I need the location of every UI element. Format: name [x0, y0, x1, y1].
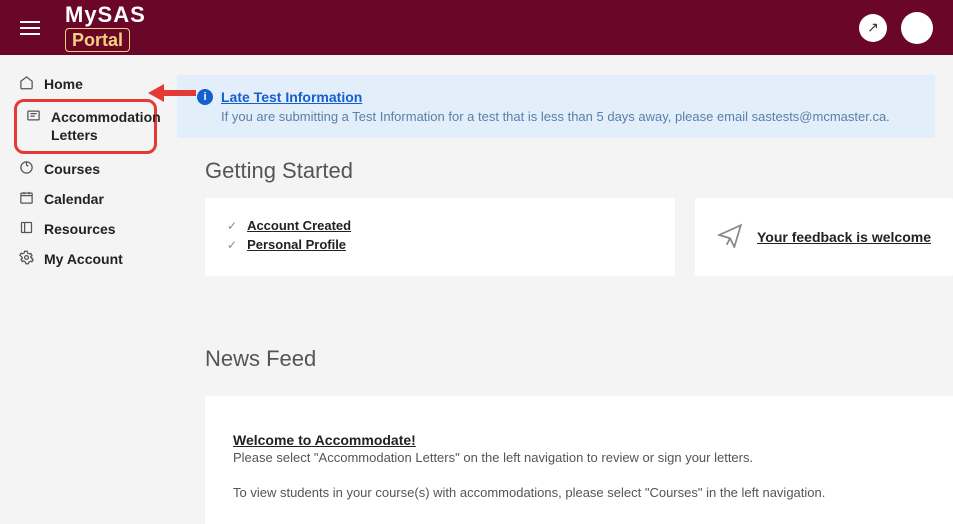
sidebar-item-label: Accommodation Letters: [51, 108, 161, 144]
news-feed-title: News Feed: [205, 346, 953, 372]
resources-icon: [18, 220, 34, 235]
checklist-link[interactable]: Personal Profile: [247, 237, 346, 252]
check-icon: ✓: [227, 238, 237, 252]
sidebar-item-label: Calendar: [44, 190, 104, 208]
main-content: i Late Test Information If you are submi…: [165, 55, 953, 524]
notice-banner: i Late Test Information If you are submi…: [177, 75, 935, 138]
sidebar-item-label: My Account: [44, 250, 123, 268]
getting-started-card: ✓ Account Created ✓ Personal Profile: [205, 198, 675, 276]
header-actions: ↗: [859, 12, 933, 44]
calendar-icon: [18, 190, 34, 205]
sidebar-item-courses[interactable]: Courses: [14, 154, 157, 184]
gear-icon: [18, 250, 34, 265]
sidebar-item-home[interactable]: Home: [14, 69, 157, 99]
sidebar-item-accommodation-letters[interactable]: Accommodation Letters: [14, 99, 157, 153]
feedback-card: Your feedback is welcome: [695, 198, 953, 276]
profile-avatar-button[interactable]: [901, 12, 933, 44]
getting-started-row: ✓ Account Created ✓ Personal Profile You…: [205, 198, 953, 276]
home-icon: [18, 75, 34, 90]
logo-text-bottom: Portal: [65, 28, 130, 52]
expand-button[interactable]: ↗: [859, 14, 887, 42]
main-layout: Home Accommodation Letters Courses Calen…: [0, 55, 953, 524]
sidebar-nav: Home Accommodation Letters Courses Calen…: [0, 55, 165, 524]
checklist-item: ✓ Personal Profile: [227, 237, 653, 252]
checklist-item: ✓ Account Created: [227, 218, 653, 233]
app-logo: MySAS Portal: [65, 4, 146, 52]
sidebar-item-resources[interactable]: Resources: [14, 214, 157, 244]
sidebar-item-label: Home: [44, 75, 83, 93]
annotation-arrow-icon: [148, 81, 196, 121]
app-header: MySAS Portal ↗: [0, 0, 953, 55]
menu-toggle-button[interactable]: [20, 21, 40, 35]
letters-icon: [25, 108, 41, 123]
news-paragraph: To view students in your course(s) with …: [233, 485, 953, 500]
sidebar-item-my-account[interactable]: My Account: [14, 244, 157, 274]
sidebar-item-calendar[interactable]: Calendar: [14, 184, 157, 214]
news-card: Welcome to Accommodate! Please select "A…: [205, 396, 953, 524]
logo-text-top: MySAS: [65, 4, 146, 26]
check-icon: ✓: [227, 219, 237, 233]
sidebar-item-label: Courses: [44, 160, 100, 178]
feedback-link[interactable]: Your feedback is welcome: [757, 229, 931, 245]
info-icon: i: [197, 89, 213, 105]
sidebar-item-label: Resources: [44, 220, 116, 238]
paper-plane-icon: [717, 222, 743, 253]
notice-header: i Late Test Information: [197, 89, 915, 105]
notice-body-text: If you are submitting a Test Information…: [197, 109, 915, 124]
courses-icon: [18, 160, 34, 175]
expand-icon: ↗: [867, 19, 879, 36]
getting-started-title: Getting Started: [205, 158, 953, 184]
checklist-link[interactable]: Account Created: [247, 218, 351, 233]
news-heading-link[interactable]: Welcome to Accommodate!: [233, 432, 416, 448]
notice-title-link[interactable]: Late Test Information: [221, 89, 362, 105]
news-paragraph: Please select "Accommodation Letters" on…: [233, 450, 953, 465]
